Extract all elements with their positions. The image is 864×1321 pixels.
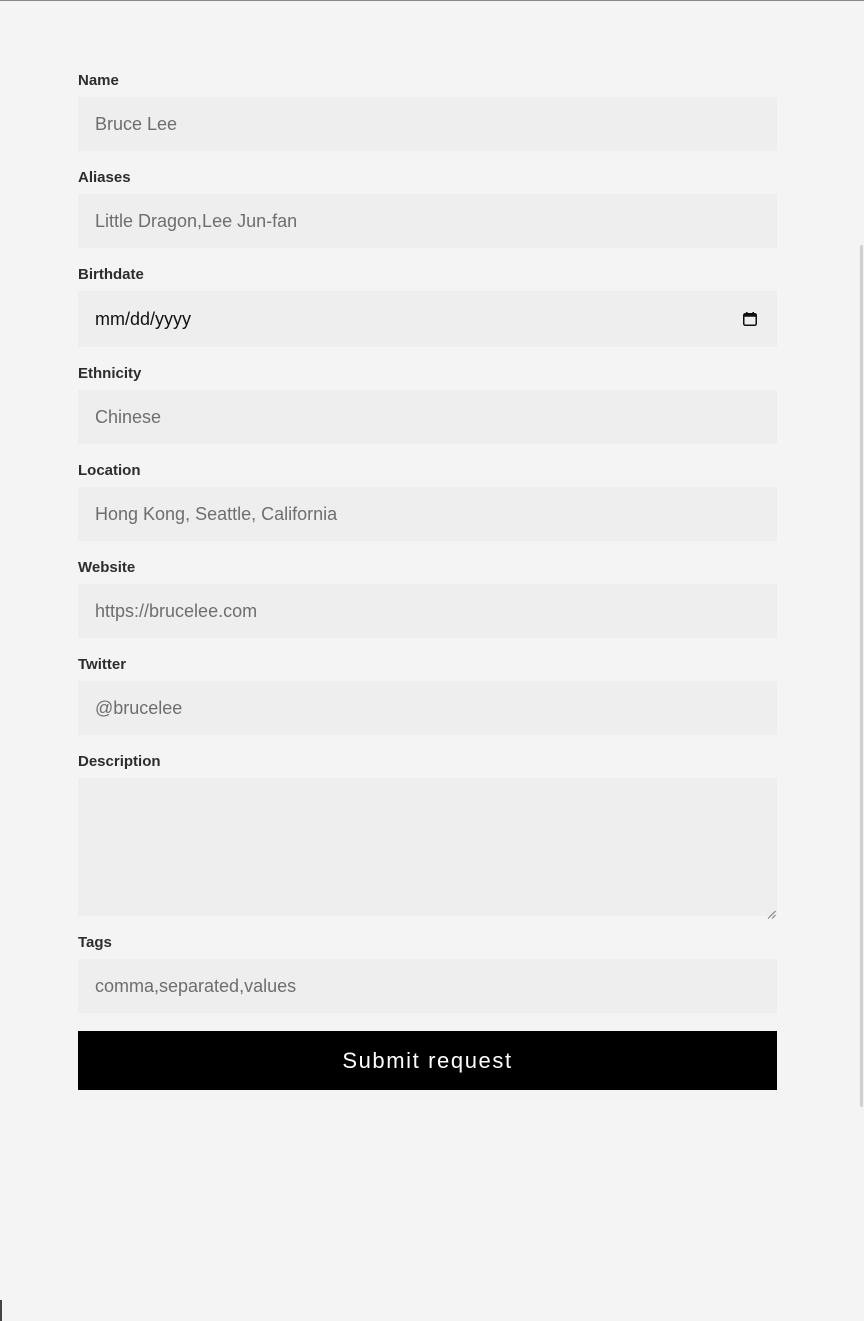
location-input[interactable]: Hong Kong, Seattle, California (78, 487, 777, 541)
calendar-icon[interactable] (743, 312, 757, 326)
aliases-placeholder: Little Dragon,Lee Jun-fan (95, 210, 298, 231)
ethnicity-placeholder: Chinese (95, 406, 162, 427)
description-field-group: Description (78, 753, 777, 919)
description-label: Description (78, 753, 161, 770)
description-textarea[interactable] (78, 778, 777, 919)
tags-placeholder: comma,separated,values (95, 975, 297, 996)
ethnicity-field-group: Ethnicity Chinese (78, 365, 777, 444)
website-input[interactable]: https://brucelee.com (78, 584, 777, 638)
location-field-group: Location Hong Kong, Seattle, California (78, 462, 777, 541)
name-input[interactable]: Bruce Lee (78, 97, 777, 151)
window-top-border (0, 0, 864, 1)
location-placeholder: Hong Kong, Seattle, California (95, 503, 338, 524)
name-label: Name (78, 72, 119, 89)
scrollbar-thumb[interactable] (860, 245, 863, 1107)
location-label: Location (78, 462, 141, 479)
tags-field-group: Tags comma,separated,values (78, 934, 777, 1013)
resize-handle-icon[interactable] (767, 906, 776, 919)
aliases-field-group: Aliases Little Dragon,Lee Jun-fan (78, 169, 777, 248)
ethnicity-label: Ethnicity (78, 365, 142, 382)
website-label: Website (78, 559, 136, 576)
name-placeholder: Bruce Lee (95, 113, 178, 134)
twitter-field-group: Twitter @brucelee (78, 656, 777, 735)
website-placeholder: https://brucelee.com (95, 600, 258, 621)
aliases-label: Aliases (78, 169, 131, 186)
birthdate-label: Birthdate (78, 266, 144, 283)
request-form: Name Bruce Lee Aliases Little Dragon,Lee… (78, 72, 777, 1090)
tags-label: Tags (78, 934, 112, 951)
name-field-group: Name Bruce Lee (78, 72, 777, 151)
twitter-input[interactable]: @brucelee (78, 681, 777, 735)
birthdate-format-text: mm/dd/yyyy (95, 308, 192, 329)
birthdate-field-group: Birthdate mm/dd/yyyy (78, 266, 777, 347)
window-left-edge (0, 1300, 2, 1321)
ethnicity-input[interactable]: Chinese (78, 390, 777, 444)
submit-request-button[interactable]: Submit request (78, 1031, 777, 1090)
twitter-placeholder: @brucelee (95, 697, 183, 718)
aliases-input[interactable]: Little Dragon,Lee Jun-fan (78, 194, 777, 248)
tags-input[interactable]: comma,separated,values (78, 959, 777, 1013)
birthdate-input[interactable]: mm/dd/yyyy (78, 291, 777, 347)
website-field-group: Website https://brucelee.com (78, 559, 777, 638)
twitter-label: Twitter (78, 656, 127, 673)
